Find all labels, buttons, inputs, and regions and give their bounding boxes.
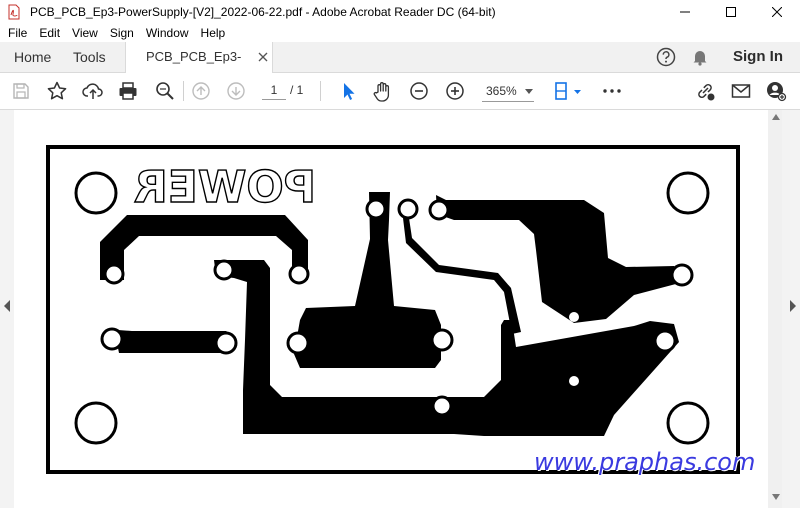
minimize-button[interactable] [662,0,708,24]
minimize-icon [680,11,690,13]
mounting-hole [74,171,118,215]
pad [288,263,310,285]
pad [286,331,310,355]
menu-edit[interactable]: Edit [33,26,66,40]
vertical-scrollbar[interactable] [768,110,782,508]
account-icon[interactable] [765,80,787,102]
pad [214,331,238,355]
pad [103,263,125,285]
silkscreen-label: POWER [134,162,316,213]
menu-bar: File Edit View Sign Window Help [0,24,800,42]
title-bar: PCB_PCB_Ep3-PowerSupply-[V2]_2022-06-22.… [0,0,800,24]
save-icon[interactable] [10,80,32,102]
scroll-down-icon[interactable] [772,494,780,500]
pad [365,198,387,220]
chevron-down-icon[interactable] [574,90,581,94]
toolbar: / 1 365% [0,73,800,110]
menu-view[interactable]: View [66,26,104,40]
via [569,376,579,386]
scroll-up-icon[interactable] [772,114,780,120]
tab-home[interactable]: Home [14,42,51,72]
expand-left-panel-icon[interactable] [3,300,11,312]
pad [653,329,677,353]
bell-icon[interactable] [690,47,710,67]
help-icon[interactable] [656,47,676,67]
copper-trace [436,195,691,323]
close-tab-icon[interactable] [257,51,269,63]
tab-bar: Home Tools PCB_PCB_Ep3-Pow... Sign In [0,42,800,94]
zoom-out-icon[interactable] [408,80,430,102]
upload-cloud-icon[interactable] [82,80,104,102]
more-icon[interactable] [601,80,623,102]
maximize-icon [726,7,736,17]
via [569,312,579,322]
toolbar-separator [183,81,184,101]
page-up-icon[interactable] [190,80,212,102]
copper-trace [294,192,441,368]
close-button[interactable] [754,0,800,24]
close-icon [772,7,782,17]
sign-in-button[interactable]: Sign In [733,42,783,72]
acrobat-pdf-icon [8,4,20,20]
maximize-button[interactable] [708,0,754,24]
pad [100,327,124,351]
mounting-hole [666,171,710,215]
toolbar-separator [320,81,321,101]
page-count: / 1 [290,83,304,97]
print-icon[interactable] [117,80,139,102]
window-title: PCB_PCB_Ep3-PowerSupply-[V2]_2022-06-22.… [30,5,496,19]
pad [428,199,450,221]
copper-trace [100,215,308,280]
pad [670,263,694,287]
pad [430,328,454,352]
share-link-icon[interactable] [694,80,716,102]
hand-icon[interactable] [372,80,394,102]
menu-sign[interactable]: Sign [104,26,140,40]
menu-file[interactable]: File [0,26,33,40]
chevron-down-icon [525,89,533,94]
expand-right-panel-icon[interactable] [789,300,797,312]
pad [397,198,419,220]
fit-page-icon[interactable] [552,80,574,102]
select-cursor-icon[interactable] [337,80,359,102]
pad [431,395,453,417]
tab-document[interactable]: PCB_PCB_Ep3-Pow... [125,42,273,94]
email-icon[interactable] [730,80,752,102]
zoom-in-icon[interactable] [444,80,466,102]
page-down-icon[interactable] [225,80,247,102]
menu-window[interactable]: Window [140,26,195,40]
mounting-hole [666,401,710,445]
bookmark-star-icon[interactable] [46,80,68,102]
zoom-value: 365% [486,84,517,98]
pdf-page: POWER www.praphas.com [14,110,768,508]
watermark-text: www.praphas.com [534,448,756,476]
zoom-select[interactable]: 365% [482,81,534,102]
document-viewer: POWER www.praphas.com [0,110,800,508]
pad [213,259,235,281]
menu-help[interactable]: Help [195,26,232,40]
page-number-input[interactable] [262,81,286,100]
tab-tools[interactable]: Tools [73,42,106,72]
mounting-hole [74,401,118,445]
find-icon[interactable] [154,80,176,102]
